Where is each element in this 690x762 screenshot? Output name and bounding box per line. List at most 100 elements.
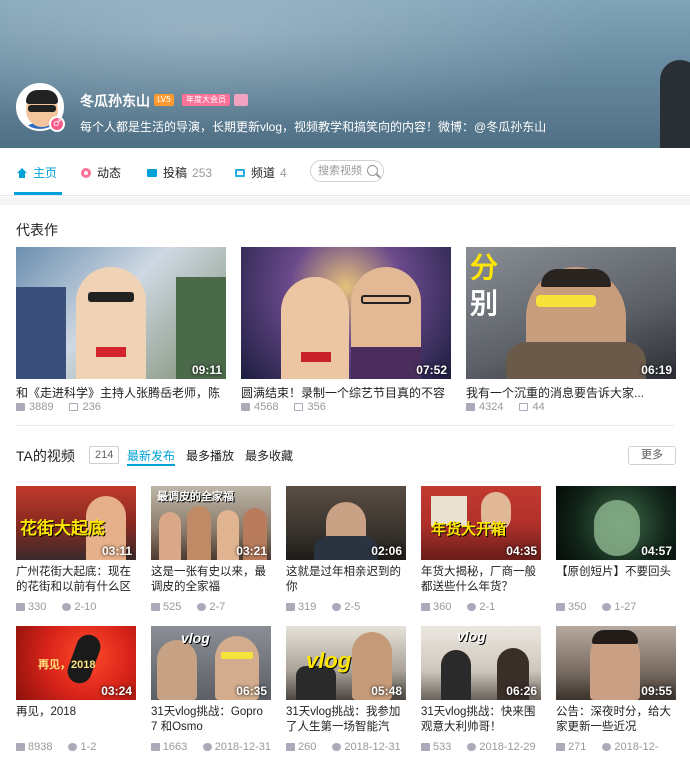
video-meta: 360 2-1 bbox=[421, 601, 541, 613]
video-thumbnail[interactable]: 09:11 bbox=[16, 247, 226, 379]
upload-date: 2018-12-31 bbox=[214, 741, 271, 753]
sort-latest[interactable]: 最新发布 bbox=[127, 447, 175, 464]
video-title[interactable]: 圆满结束！录制一个综艺节目真的不容 bbox=[241, 384, 451, 401]
danmaku-count: 236 bbox=[82, 401, 101, 413]
level-badge[interactable]: LV5 bbox=[154, 94, 175, 106]
video-duration: 03:24 bbox=[101, 684, 132, 698]
thumbnail-overlay-text: 花街大起底 bbox=[20, 519, 105, 538]
tab-channels[interactable]: 频道 4 bbox=[234, 164, 287, 181]
play-count-icon bbox=[421, 603, 430, 611]
video-title[interactable]: 【原创短片】不要回头 bbox=[556, 565, 676, 595]
play-count: 533 bbox=[433, 741, 452, 753]
video-title[interactable]: 31天vlog挑战：我参加了人生第一场智能汽 bbox=[286, 705, 406, 735]
video-thumbnail[interactable]: 07:52 bbox=[241, 247, 451, 379]
play-count: 4568 bbox=[254, 401, 279, 413]
video-duration: 02:06 bbox=[371, 544, 402, 558]
video-thumbnail[interactable]: 09:55 bbox=[556, 626, 676, 700]
video-title[interactable]: 31天vlog挑战：Gopro 7 和Osmo bbox=[151, 705, 271, 735]
video-card[interactable]: vlog 06:26 31天vlog挑战：快来围观意大利帅哥！ 533 2018… bbox=[421, 626, 541, 753]
video-card[interactable]: 最调皮的全家福 03:21 这是一张有史以来，最调皮的全家福 525 2-7 bbox=[151, 486, 271, 613]
tab-uploads[interactable]: 投稿 253 bbox=[146, 164, 212, 181]
tab-uploads-label: 投稿 bbox=[163, 166, 188, 180]
search-icon[interactable] bbox=[367, 165, 378, 176]
video-card[interactable]: 花街大起底 03:11 广州花街大起底：现在的花街和以前有什么区 330 2-1… bbox=[16, 486, 136, 613]
danmaku-icon bbox=[294, 403, 304, 411]
video-title[interactable]: 广州花街大起底：现在的花街和以前有什么区 bbox=[16, 565, 136, 595]
video-duration: 03:11 bbox=[101, 544, 132, 558]
upload-date: 2018-12-29 bbox=[479, 741, 536, 753]
video-duration: 06:35 bbox=[236, 684, 267, 698]
video-thumbnail[interactable]: 04:57 bbox=[556, 486, 676, 560]
user-name: 冬瓜孙东山 bbox=[80, 93, 150, 109]
banner-person bbox=[660, 60, 690, 148]
thumbnail-overlay-text: 年货大开箱 bbox=[431, 521, 507, 538]
upload-date: 2018-12-31 bbox=[344, 741, 401, 753]
video-thumbnail[interactable]: 再见，2018 03:24 bbox=[16, 626, 136, 700]
vip-badge[interactable]: 年度大会员 bbox=[182, 94, 230, 106]
clock-icon bbox=[202, 743, 212, 751]
thumbnail-overlay-text: vlog bbox=[457, 628, 486, 644]
sort-most-favorited[interactable]: 最多收藏 bbox=[245, 447, 293, 464]
video-title[interactable]: 这是一张有史以来，最调皮的全家福 bbox=[151, 565, 271, 595]
tab-channels-label: 频道 bbox=[251, 166, 276, 180]
thumbnail-overlay-text: vlog bbox=[306, 648, 352, 673]
uploads-icon bbox=[147, 168, 157, 177]
video-title[interactable]: 再见，2018 bbox=[16, 705, 136, 735]
tab-home[interactable]: 主页 bbox=[16, 164, 57, 181]
thumbnail-overlay-text: 分 bbox=[470, 252, 499, 283]
video-title[interactable]: 公告：深夜时分，给大家更新一些近况 bbox=[556, 705, 676, 735]
upload-date: 1-27 bbox=[614, 601, 637, 613]
video-thumbnail[interactable]: 分 别 06:19 bbox=[466, 247, 676, 379]
video-thumbnail[interactable]: vlog 06:26 bbox=[421, 626, 541, 700]
video-duration: 04:57 bbox=[641, 544, 672, 558]
video-thumbnail[interactable]: 最调皮的全家福 03:21 bbox=[151, 486, 271, 560]
clock-icon bbox=[197, 603, 207, 611]
play-count-icon bbox=[421, 743, 430, 751]
video-card[interactable]: 再见，2018 03:24 再见，2018 8938 1-2 bbox=[16, 626, 136, 753]
clock-icon bbox=[332, 743, 342, 751]
tab-dynamic-label: 动态 bbox=[97, 166, 122, 180]
thumbnail-overlay-text: 再见，2018 bbox=[38, 659, 96, 671]
thumbnail-overlay-text: 最调皮的全家福 bbox=[157, 491, 234, 503]
play-count: 330 bbox=[28, 601, 47, 613]
video-card[interactable]: vlog 05:48 31天vlog挑战：我参加了人生第一场智能汽 260 20… bbox=[286, 626, 406, 753]
video-card[interactable]: 02:06 这就是过年相亲迟到的你 319 2-5 bbox=[286, 486, 406, 613]
play-count-icon bbox=[466, 403, 475, 411]
search-input[interactable]: 搜索视频 bbox=[310, 160, 384, 182]
video-meta: 533 2018-12-29 bbox=[421, 741, 541, 753]
play-count-icon bbox=[241, 403, 250, 411]
video-thumbnail[interactable]: 年货大开箱 04:35 bbox=[421, 486, 541, 560]
video-card[interactable]: vlog 06:35 31天vlog挑战：Gopro 7 和Osmo 1663 … bbox=[151, 626, 271, 753]
masterpiece-card[interactable]: 分 别 06:19 我有一个沉重的消息要告诉大家... 4324 44 bbox=[466, 247, 676, 413]
masterpieces-title: 代表作 bbox=[16, 222, 58, 238]
video-thumbnail[interactable]: 花街大起底 03:11 bbox=[16, 486, 136, 560]
masterpiece-card[interactable]: 09:11 和《走进科学》主持人张腾岳老师，陈 3889 236 bbox=[16, 247, 226, 413]
play-count: 271 bbox=[568, 741, 587, 753]
tab-dynamic[interactable]: 动态 bbox=[80, 164, 121, 181]
video-thumbnail[interactable]: vlog 06:35 bbox=[151, 626, 271, 700]
more-button[interactable]: 更多 bbox=[628, 446, 676, 465]
danmaku-icon bbox=[519, 403, 529, 411]
play-count-icon bbox=[556, 603, 565, 611]
video-meta: 525 2-7 bbox=[151, 601, 271, 613]
upload-date: 2-7 bbox=[209, 601, 226, 613]
video-thumbnail[interactable]: 02:06 bbox=[286, 486, 406, 560]
clock-icon bbox=[467, 743, 477, 751]
video-meta: 4568 356 bbox=[241, 401, 451, 413]
video-card[interactable]: 年货大开箱 04:35 年货大揭秘，厂商一般都送些什么年货？ 360 2-1 bbox=[421, 486, 541, 613]
video-card[interactable]: 04:57 【原创短片】不要回头 350 1-27 bbox=[556, 486, 676, 613]
upload-date: 2-10 bbox=[74, 601, 97, 613]
tab-channels-count: 4 bbox=[280, 165, 287, 180]
video-meta: 350 1-27 bbox=[556, 601, 676, 613]
masterpiece-card[interactable]: 07:52 圆满结束！录制一个综艺节目真的不容 4568 356 bbox=[241, 247, 451, 413]
video-card[interactable]: 09:55 公告：深夜时分，给大家更新一些近况 271 2018-12- bbox=[556, 626, 676, 753]
video-title[interactable]: 这就是过年相亲迟到的你 bbox=[286, 565, 406, 595]
video-title[interactable]: 和《走进科学》主持人张腾岳老师，陈 bbox=[16, 384, 226, 401]
video-thumbnail[interactable]: vlog 05:48 bbox=[286, 626, 406, 700]
video-title[interactable]: 我有一个沉重的消息要告诉大家... bbox=[466, 384, 676, 401]
video-title[interactable]: 年货大揭秘，厂商一般都送些什么年货？ bbox=[421, 565, 541, 595]
video-meta: 319 2-5 bbox=[286, 601, 406, 613]
home-icon bbox=[17, 167, 27, 178]
sort-most-played[interactable]: 最多播放 bbox=[186, 447, 234, 464]
video-title[interactable]: 31天vlog挑战：快来围观意大利帅哥！ bbox=[421, 705, 541, 735]
